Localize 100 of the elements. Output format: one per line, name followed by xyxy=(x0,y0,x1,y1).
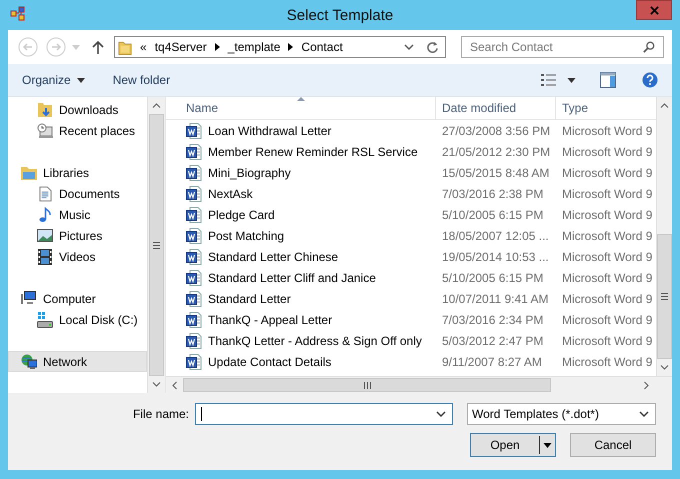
file-name: Mini_Biography xyxy=(208,166,291,180)
breadcrumb[interactable]: _template xyxy=(228,40,280,54)
scrollbar-thumb[interactable] xyxy=(149,114,164,376)
open-button[interactable]: Open xyxy=(470,433,556,457)
film-strip-icon xyxy=(38,248,52,264)
file-name: Standard Letter Cliff and Janice xyxy=(208,270,376,284)
preview-pane-icon[interactable] xyxy=(600,72,616,88)
file-row[interactable]: Standard Letter Cliff and Janice 5/10/2005 6:15 PM Microsoft Word 9 xyxy=(166,267,656,288)
sidebar-item[interactable]: Network xyxy=(8,351,147,372)
sidebar-item[interactable]: Recent places xyxy=(8,120,147,141)
sidebar-item[interactable]: Libraries xyxy=(8,162,147,183)
date-modified: 21/05/2012 2:30 PM xyxy=(441,144,552,158)
chevron-down-icon[interactable] xyxy=(404,44,414,50)
sidebar-item[interactable]: Computer xyxy=(8,288,147,309)
scroll-down-icon[interactable] xyxy=(660,365,669,370)
scroll-up-icon[interactable] xyxy=(660,103,669,108)
close-button[interactable] xyxy=(636,0,672,20)
organize-button[interactable]: Organize xyxy=(18,70,89,90)
help-icon[interactable] xyxy=(642,72,658,88)
date-modified: 7/03/2016 2:34 PM xyxy=(441,312,544,326)
view-list-icon[interactable] xyxy=(541,73,557,87)
file-row[interactable]: Loan Withdrawal Letter 27/03/2008 3:56 PM Microsoft Word 9 xyxy=(166,120,656,141)
sidebar-item[interactable]: Pictures xyxy=(8,225,147,246)
date-modified: 5/10/2005 6:15 PM xyxy=(441,270,544,284)
date-modified: 9/11/2007 8:27 AM xyxy=(441,354,543,368)
file-type: Microsoft Word 9 xyxy=(561,166,650,180)
vertical-scrollbar[interactable] xyxy=(656,97,672,376)
scrollbar-thumb[interactable] xyxy=(183,378,551,392)
caret-icon[interactable] xyxy=(567,78,576,82)
column-header[interactable]: Name xyxy=(166,97,436,119)
sidebar-item[interactable]: Local Disk (C:) xyxy=(8,309,147,330)
picture-icon xyxy=(37,229,53,242)
word-document-icon xyxy=(186,186,202,202)
vertical-scrollbar[interactable] xyxy=(147,97,165,393)
refresh-icon[interactable] xyxy=(426,40,439,54)
word-document-icon xyxy=(186,228,202,244)
file-name: Standard Letter xyxy=(208,292,291,306)
new-folder-button[interactable]: New folder xyxy=(108,70,174,90)
file-row[interactable]: Member Renew Reminder RSL Service 21/05/2012 2:30 PM Microsoft Word 9 xyxy=(166,141,656,162)
separator-arrow-icon[interactable] xyxy=(214,43,220,51)
file-row[interactable]: Standard Letter Chinese 19/05/2014 10:53 ... Microsoft Word 9 xyxy=(166,246,656,267)
file-name: ThankQ - Appeal Letter xyxy=(208,312,332,326)
file-row[interactable]: ThankQ - Appeal Letter 7/03/2016 2:34 PM Microsoft Word 9 xyxy=(166,309,656,330)
overflow-chevrons[interactable]: « xyxy=(140,40,147,54)
file-type: Microsoft Word 9 xyxy=(561,124,650,138)
date-modified: 5/10/2005 6:15 PM xyxy=(441,208,544,222)
date-modified: 19/05/2014 10:53 ... xyxy=(441,250,550,264)
disk-drive-icon xyxy=(37,312,53,328)
window-title: Select Template xyxy=(286,6,394,24)
file-row[interactable]: ThankQ Letter - Address & Sign Off only 5/03/2012 2:47 PM Microsoft Word 9 xyxy=(166,330,656,351)
word-document-icon xyxy=(186,270,202,286)
separator-arrow-icon[interactable] xyxy=(288,43,294,51)
file-row[interactable]: Post Matching 18/05/2007 12:05 ... Microsoft Word 9 xyxy=(166,225,656,246)
date-modified: 27/03/2008 3:56 PM xyxy=(441,124,552,138)
file-type-dropdown[interactable]: Word Templates (*.dot*) xyxy=(467,403,656,425)
chevron-down-icon[interactable] xyxy=(436,411,446,417)
file-name: Update Contact Details xyxy=(208,354,332,368)
recent-places-icon xyxy=(37,122,53,138)
up-arrow-icon[interactable] xyxy=(92,40,104,54)
word-document-icon xyxy=(186,206,202,222)
scroll-left-icon[interactable] xyxy=(172,380,177,390)
app-icon xyxy=(10,6,26,22)
sidebar-item[interactable]: Documents xyxy=(8,183,147,204)
file-name: Member Renew Reminder RSL Service xyxy=(208,144,418,158)
file-row[interactable]: NextAsk 7/03/2016 2:38 PM Microsoft Word 9 xyxy=(166,183,656,204)
horizontal-scrollbar[interactable] xyxy=(166,376,672,393)
date-modified: 10/07/2011 9:41 AM xyxy=(441,292,550,306)
chevron-down-icon xyxy=(639,411,649,417)
file-type: Microsoft Word 9 xyxy=(561,208,650,222)
scroll-down-icon[interactable] xyxy=(152,382,161,387)
breadcrumb[interactable]: tq4Server xyxy=(154,40,207,54)
computer-icon xyxy=(21,291,37,306)
sidebar-item[interactable]: Downloads xyxy=(8,99,147,120)
file-type: Microsoft Word 9 xyxy=(561,334,650,348)
file-name-field[interactable] xyxy=(195,403,453,425)
column-header[interactable]: Type xyxy=(556,97,650,119)
word-document-icon xyxy=(186,122,202,138)
file-row[interactable]: Mini_Biography 15/05/2015 8:48 AM Microsoft Word 9 xyxy=(166,162,656,183)
file-name: Post Matching xyxy=(208,228,284,242)
scrollbar-thumb[interactable] xyxy=(657,234,672,359)
date-modified: 5/03/2012 2:47 PM xyxy=(441,334,544,348)
library-folder-icon xyxy=(21,166,37,180)
word-document-icon xyxy=(186,312,202,328)
column-header[interactable]: Date modified xyxy=(436,97,556,119)
search-icon xyxy=(643,41,655,53)
file-row[interactable]: Standard Letter 10/07/2011 9:41 AM Microsoft Word 9 xyxy=(166,288,656,309)
search-field[interactable]: Search Contact xyxy=(461,36,664,58)
word-document-icon xyxy=(186,144,202,160)
sidebar-item[interactable]: Videos xyxy=(8,246,147,267)
breadcrumb[interactable]: Contact xyxy=(301,40,343,54)
file-name: Loan Withdrawal Letter xyxy=(208,124,332,138)
file-row[interactable]: Update Contact Details 9/11/2007 8:27 AM Microsoft Word 9 xyxy=(166,351,656,372)
file-name: ThankQ Letter - Address & Sign Off only xyxy=(208,334,422,348)
address-bar[interactable]: « tq4Server _template Contact xyxy=(114,36,446,58)
cancel-button[interactable]: Cancel xyxy=(570,433,656,457)
scroll-right-icon[interactable] xyxy=(644,380,649,390)
file-row[interactable]: Pledge Card 5/10/2005 6:15 PM Microsoft Word 9 xyxy=(166,204,656,225)
scroll-up-icon[interactable] xyxy=(152,103,161,108)
caret-icon xyxy=(76,78,85,82)
sidebar-item[interactable]: Music xyxy=(8,204,147,225)
